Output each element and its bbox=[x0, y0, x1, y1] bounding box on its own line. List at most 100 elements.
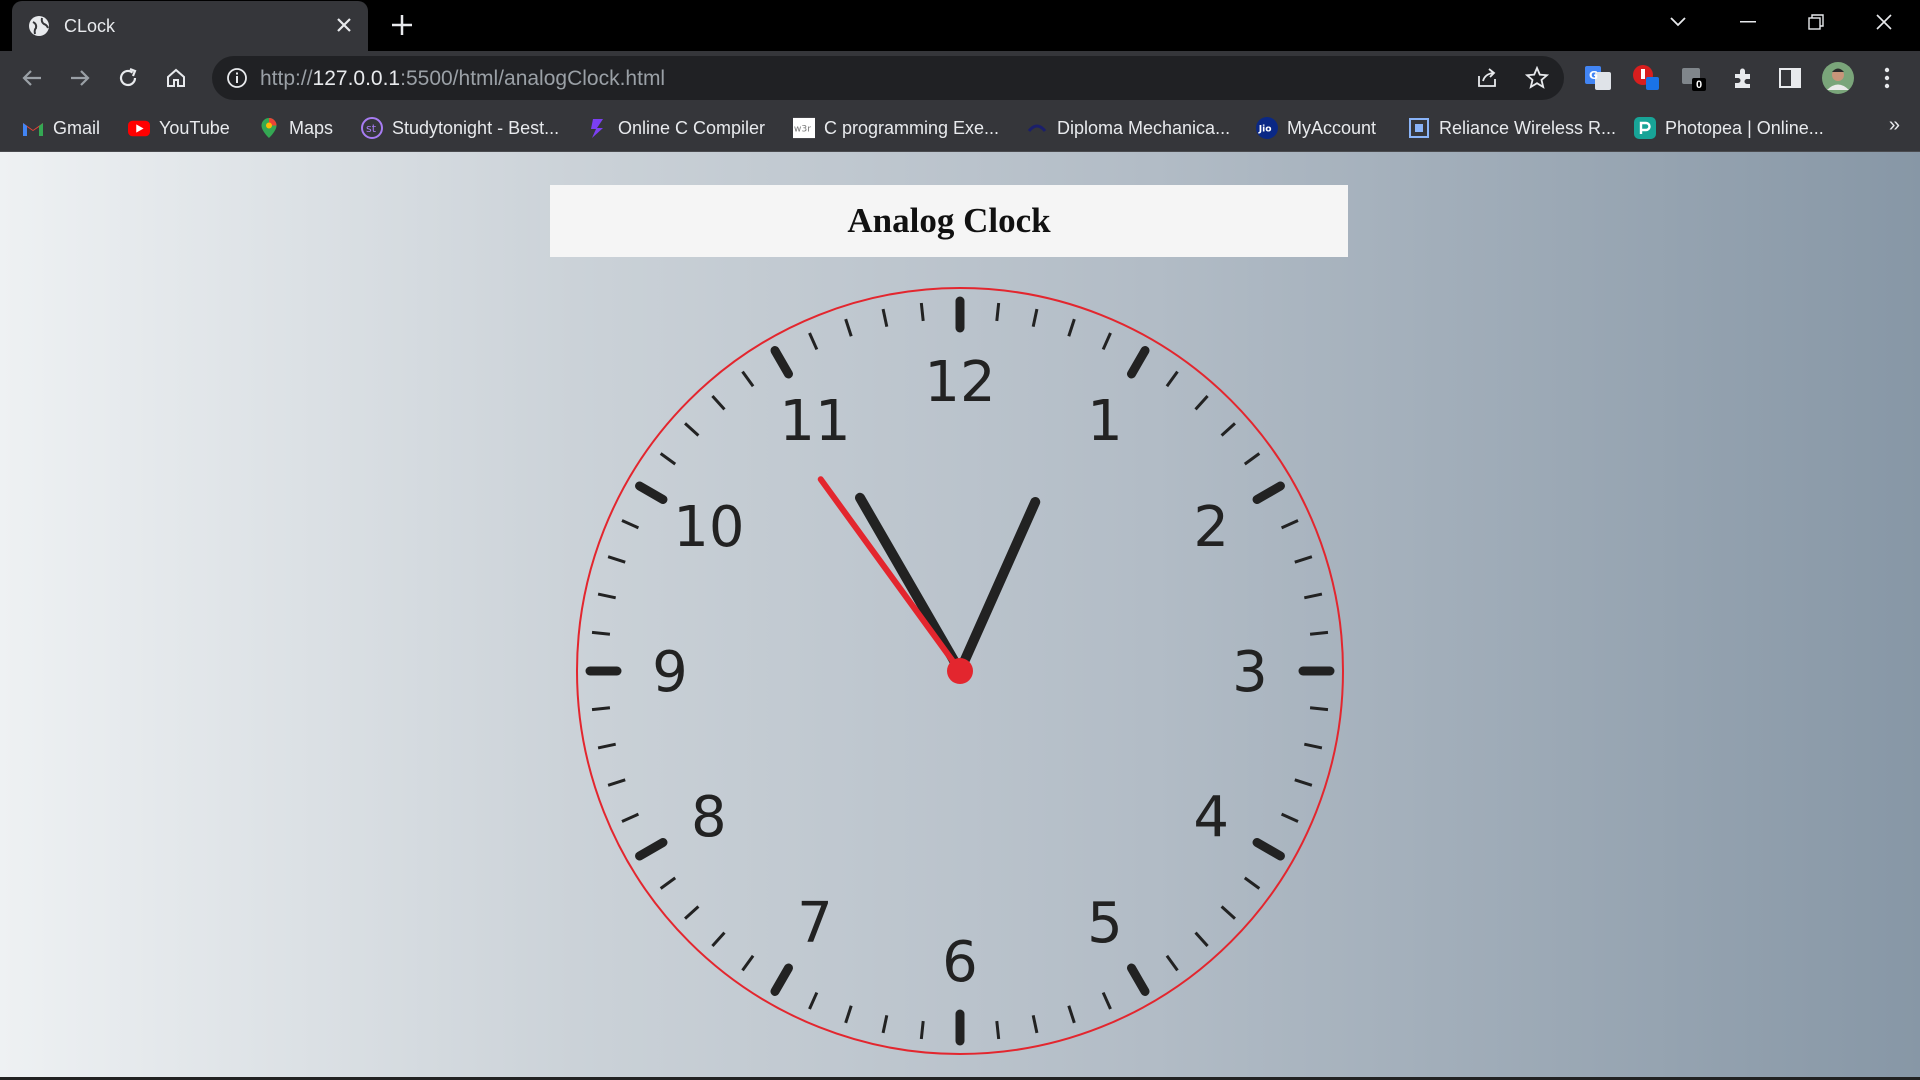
analog-clock: 121234567891011 bbox=[576, 287, 1344, 1055]
second-hand bbox=[817, 476, 963, 674]
clock-number: 1 bbox=[1087, 389, 1123, 454]
bookmark-studytonight[interactable]: st Studytonight - Best... bbox=[361, 113, 559, 143]
tab-strip: CLock bbox=[0, 0, 1920, 51]
url-text: http://127.0.0.1:5500/html/analogClock.h… bbox=[260, 67, 666, 90]
minute-tick bbox=[1303, 742, 1323, 750]
bookmark-c-programming[interactable]: w3r C programming Exe... bbox=[793, 113, 999, 143]
minute-tick bbox=[1309, 706, 1329, 712]
reliance-icon bbox=[1408, 117, 1430, 139]
minute-tick bbox=[844, 318, 853, 337]
photopea-icon bbox=[1634, 117, 1656, 139]
bookmark-youtube[interactable]: YouTube bbox=[128, 113, 230, 143]
bookmark-online-c-compiler[interactable]: Online C Compiler bbox=[587, 113, 765, 143]
new-tab-button[interactable] bbox=[390, 7, 414, 44]
minute-tick bbox=[808, 991, 819, 1010]
share-icon[interactable] bbox=[1476, 67, 1498, 94]
extension-badge-count: 0 bbox=[1696, 79, 1703, 91]
google-translate-icon[interactable]: G bbox=[1581, 61, 1615, 95]
bookmarks-overflow-button[interactable]: » bbox=[1889, 114, 1900, 137]
minute-tick bbox=[684, 422, 700, 437]
back-icon[interactable] bbox=[15, 61, 49, 95]
minute-tick bbox=[995, 1020, 1001, 1040]
minute-tick bbox=[1031, 308, 1039, 328]
jio-icon: Jio bbox=[1256, 117, 1278, 139]
clock-number: 6 bbox=[942, 930, 978, 995]
svg-text:w3r: w3r bbox=[794, 124, 811, 135]
reload-icon[interactable] bbox=[111, 61, 145, 95]
clock-number: 2 bbox=[1193, 495, 1229, 560]
minute-tick bbox=[591, 706, 611, 712]
minute-tick bbox=[1067, 318, 1076, 337]
minimize-icon[interactable] bbox=[1718, 0, 1778, 44]
bookmark-maps[interactable]: Maps bbox=[258, 113, 333, 143]
forward-icon[interactable] bbox=[63, 61, 97, 95]
bookmark-star-icon[interactable] bbox=[1524, 65, 1550, 95]
profile-avatar[interactable] bbox=[1821, 61, 1855, 95]
minute-tick bbox=[597, 592, 617, 600]
minute-tick bbox=[1280, 812, 1299, 823]
hour-tick bbox=[635, 838, 668, 861]
svg-text:G: G bbox=[1589, 69, 1598, 82]
minute-tick bbox=[659, 452, 677, 466]
minute-tick bbox=[808, 332, 819, 351]
minute-tick bbox=[1165, 954, 1179, 972]
clock-number: 12 bbox=[924, 350, 995, 415]
minute-tick bbox=[621, 519, 640, 530]
bookmark-reliance-wireless[interactable]: Reliance Wireless R... bbox=[1408, 113, 1616, 143]
studytonight-icon: st bbox=[361, 117, 383, 139]
close-window-icon[interactable] bbox=[1854, 0, 1914, 44]
clock-number: 11 bbox=[779, 389, 850, 454]
minute-tick bbox=[881, 1014, 889, 1034]
close-tab-icon[interactable] bbox=[336, 14, 352, 38]
minute-tick bbox=[1309, 630, 1329, 636]
bookmark-diploma-mechanical[interactable]: Diploma Mechanica... bbox=[1026, 113, 1230, 143]
minute-tick bbox=[881, 308, 889, 328]
home-icon[interactable] bbox=[159, 61, 193, 95]
minute-tick bbox=[844, 1005, 853, 1024]
bookmark-gmail[interactable]: Gmail bbox=[22, 113, 100, 143]
minute-tick bbox=[1294, 778, 1313, 787]
bookmark-photopea[interactable]: Photopea | Online... bbox=[1634, 113, 1824, 143]
minute-tick bbox=[1243, 876, 1261, 890]
browser-tab[interactable]: CLock bbox=[12, 1, 368, 51]
site-info-icon[interactable] bbox=[226, 67, 248, 94]
hour-tick bbox=[770, 346, 793, 379]
minute-tick bbox=[597, 742, 617, 750]
tab-search-icon[interactable] bbox=[1648, 0, 1708, 44]
minute-tick bbox=[1280, 519, 1299, 530]
compiler-icon bbox=[587, 117, 609, 139]
minute-tick bbox=[711, 931, 726, 947]
clock-number: 7 bbox=[797, 891, 833, 956]
browser-menu-icon[interactable] bbox=[1870, 61, 1904, 95]
side-panel-icon[interactable] bbox=[1773, 61, 1807, 95]
hour-tick bbox=[1252, 481, 1285, 504]
address-bar[interactable]: http://127.0.0.1:5500/html/analogClock.h… bbox=[212, 56, 1564, 100]
extension-badge-icon[interactable]: 0 bbox=[1677, 61, 1711, 95]
svg-text:st: st bbox=[366, 122, 377, 135]
minute-tick bbox=[1194, 395, 1209, 411]
minute-tick bbox=[621, 812, 640, 823]
minute-tick bbox=[1220, 422, 1236, 437]
maps-icon bbox=[258, 117, 280, 139]
minute-tick bbox=[741, 370, 755, 388]
clock-number: 10 bbox=[673, 495, 744, 560]
hour-tick bbox=[770, 963, 793, 996]
minute-tick bbox=[659, 876, 677, 890]
page-viewport: Analog Clock 12 1 2 3 4 5 6 7 8 9 10 11 bbox=[0, 152, 1920, 1077]
restore-icon[interactable] bbox=[1786, 0, 1846, 44]
svg-text:Jio: Jio bbox=[1258, 124, 1272, 135]
minute-tick bbox=[1294, 555, 1313, 564]
bookmark-myaccount[interactable]: Jio MyAccount bbox=[1256, 113, 1376, 143]
adblock-extension-icon[interactable] bbox=[1629, 61, 1663, 95]
w3r-icon: w3r bbox=[793, 117, 815, 139]
hour-tick bbox=[635, 481, 668, 504]
minute-tick bbox=[1220, 905, 1236, 920]
minute-tick bbox=[1101, 991, 1112, 1010]
extensions-puzzle-icon[interactable] bbox=[1726, 61, 1760, 95]
minute-tick bbox=[607, 778, 626, 787]
diploma-icon bbox=[1026, 117, 1048, 139]
minute-tick bbox=[607, 555, 626, 564]
hour-tick bbox=[1127, 346, 1150, 379]
minute-tick bbox=[1194, 931, 1209, 947]
tab-title: CLock bbox=[64, 15, 116, 36]
